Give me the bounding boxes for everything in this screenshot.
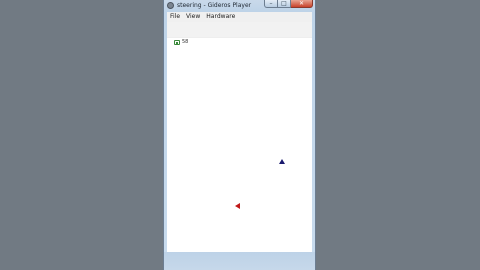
desktop-background: { "window": { "title": "steering - Gider… [0, 0, 480, 270]
menu-file[interactable]: File [167, 12, 183, 22]
window-bottom-frame [164, 252, 315, 270]
menu-view[interactable]: View [183, 12, 203, 22]
window-controls: – □ ✕ [264, 0, 313, 9]
maximize-button[interactable]: □ [278, 0, 291, 8]
menu-bar: File View Hardware [167, 12, 312, 22]
minimize-button[interactable]: – [264, 0, 278, 8]
player-canvas[interactable]: 58 [167, 22, 312, 252]
blue-triangle-sprite [279, 159, 285, 164]
fps-counter: 58 [174, 38, 188, 46]
app-icon[interactable] [167, 2, 174, 9]
title-bar[interactable]: steering - Gideros Player – □ ✕ [164, 0, 315, 12]
fps-icon [174, 39, 180, 45]
red-triangle-sprite [235, 203, 240, 209]
canvas-top-strip [167, 22, 312, 38]
fps-value: 58 [182, 39, 189, 45]
menu-hardware[interactable]: Hardware [203, 12, 238, 22]
player-window: steering - Gideros Player – □ ✕ File Vie… [163, 0, 316, 270]
close-button[interactable]: ✕ [291, 0, 313, 8]
window-title: steering - Gideros Player [177, 2, 252, 9]
